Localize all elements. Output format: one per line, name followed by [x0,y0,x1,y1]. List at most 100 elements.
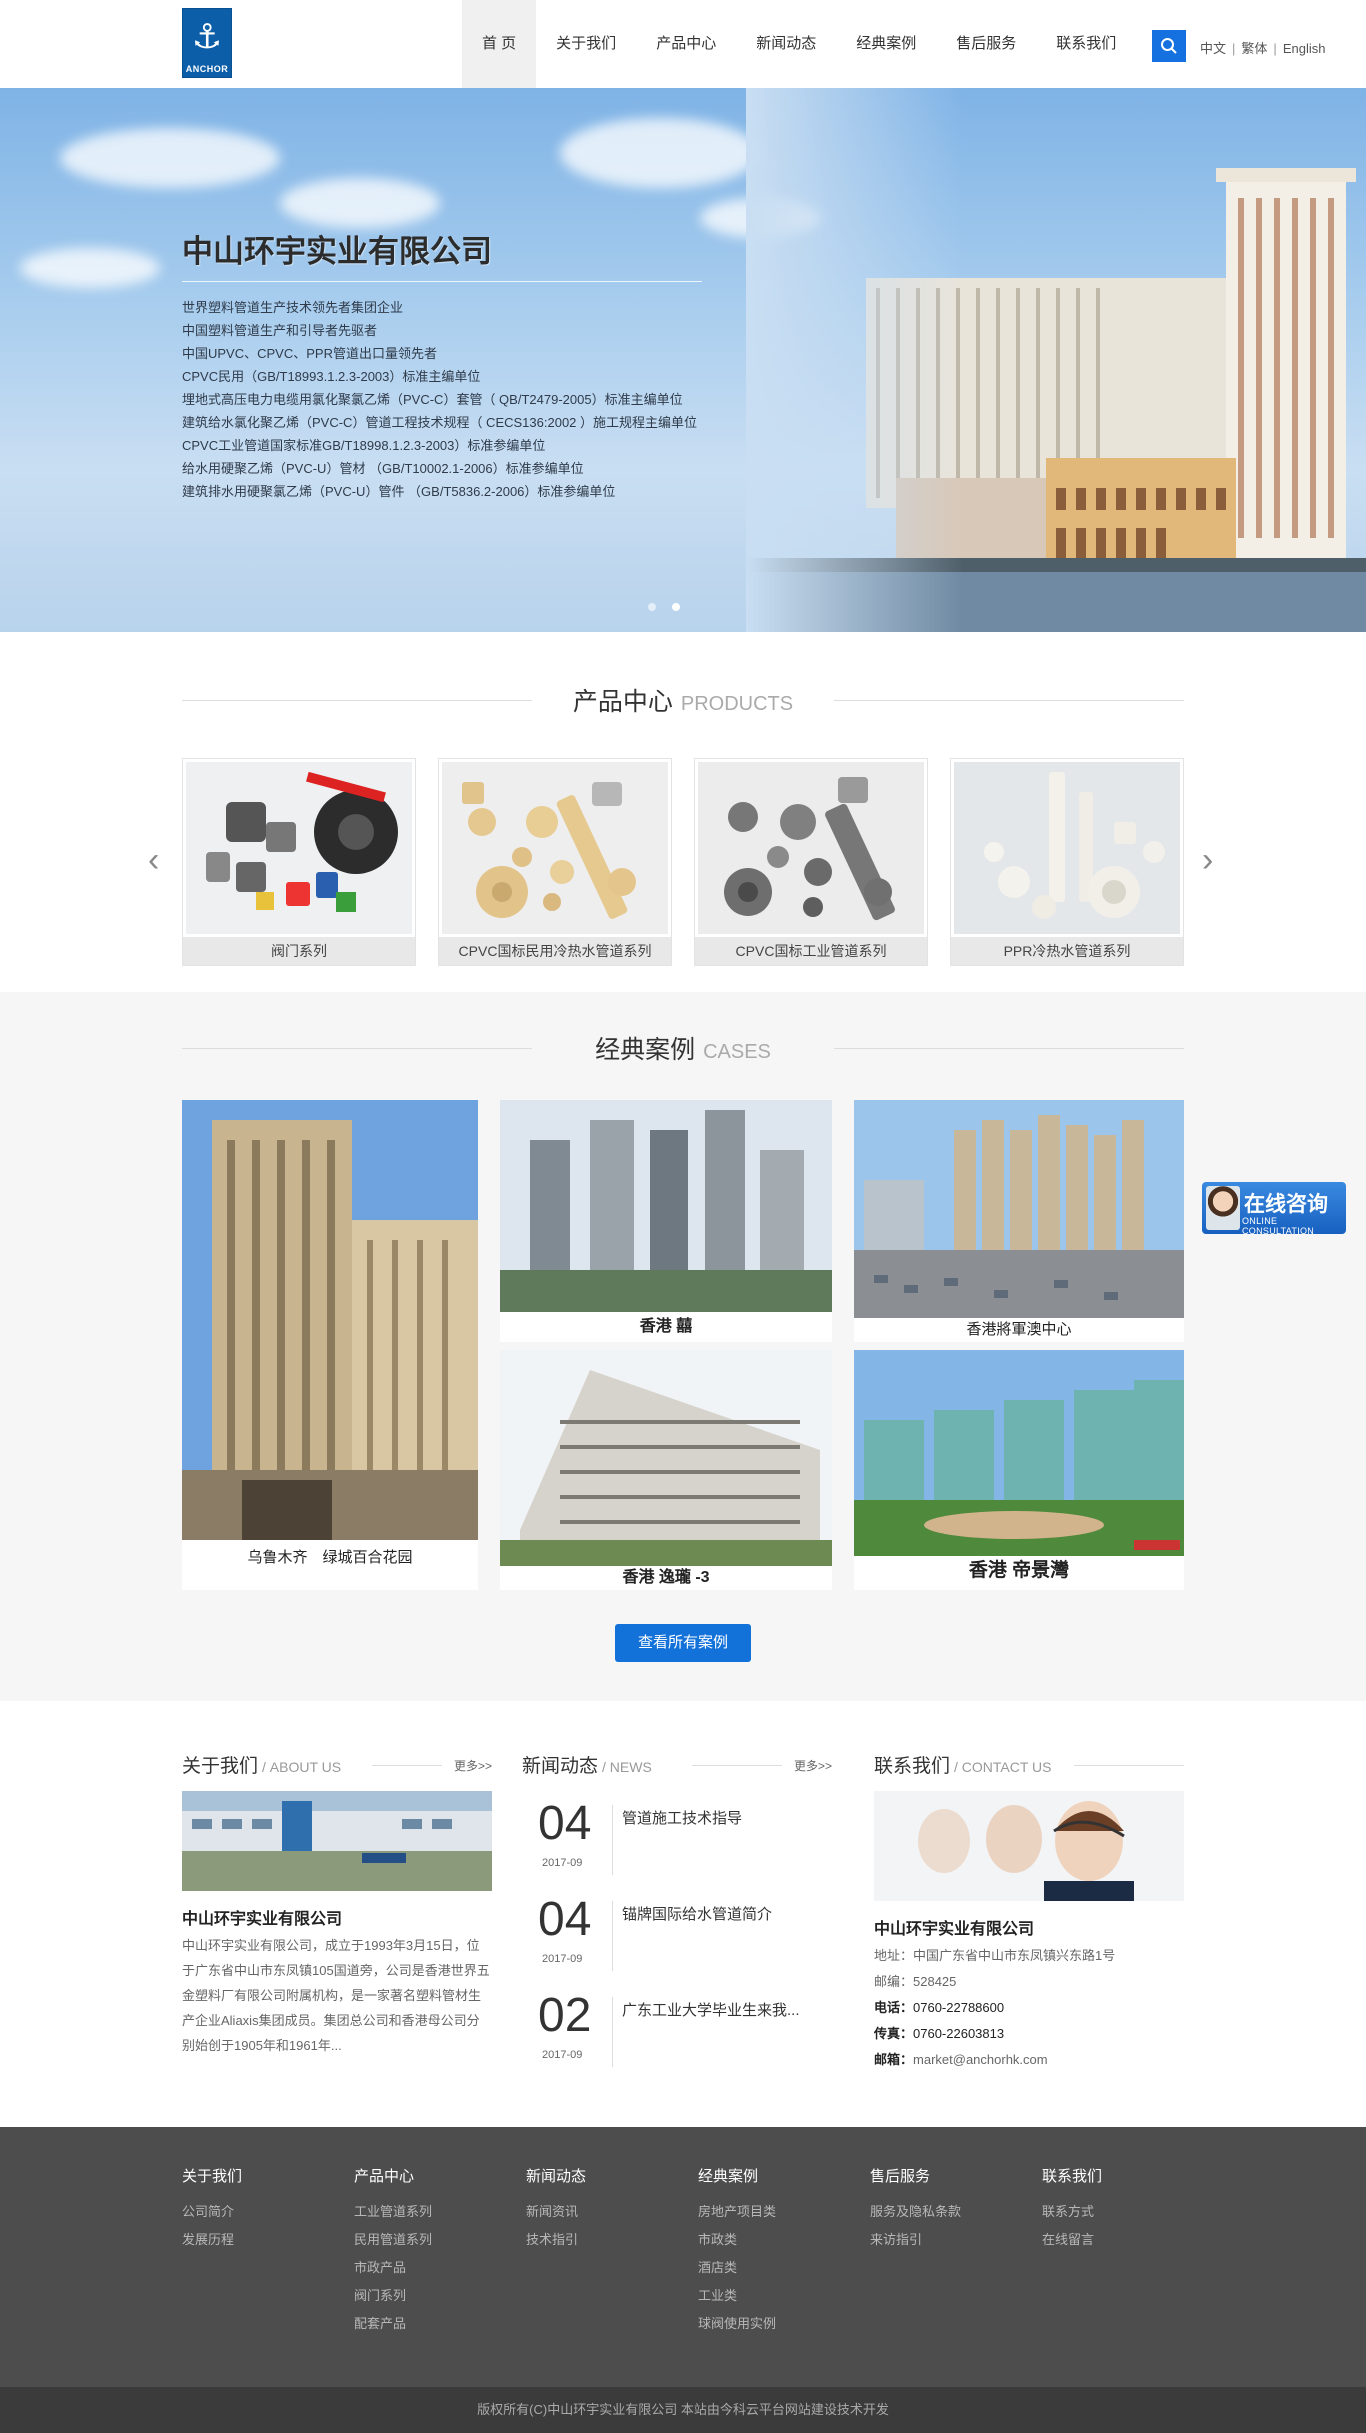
footer-link[interactable]: 市政类 [698,2226,776,2254]
footer-col-service: 售后服务 服务及隐私条款 来访指引 [870,2165,961,2254]
nav-news[interactable]: 新闻动态 [736,0,836,88]
case-image [500,1100,832,1312]
footer-link[interactable]: 公司简介 [182,2198,242,2226]
slider-dot[interactable] [648,603,656,611]
search-icon [1161,38,1177,54]
case-card[interactable]: 香港將軍澳中心 [854,1100,1184,1342]
cases-heading: 经典案例 CASES [182,1030,1184,1066]
hero-banner: 中山环宇实业有限公司 世界塑料管道生产技术领先者集团企业 中国塑料管道生产和引导… [0,88,1366,632]
contact-email[interactable]: 邮箱：market@anchorhk.com [874,2047,1184,2073]
banner-line: 埋地式高压电力电缆用氯化聚氯乙烯（PVC-C）套管（ QB/T2479-2005… [182,392,683,407]
product-card[interactable]: CPVC国标民用冷热水管道系列 [438,758,672,966]
contact-address: 地址：中国广东省中山市东凤镇兴东路1号 [874,1948,1116,1963]
nav-contact[interactable]: 联系我们 [1036,0,1136,88]
footer-link[interactable]: 发展历程 [182,2226,242,2254]
case-card[interactable]: 乌鲁木齐 绿城百合花园 [182,1100,478,1590]
footer-col-heading[interactable]: 联系我们 [1042,2165,1102,2186]
footer-col-heading[interactable]: 产品中心 [354,2165,432,2186]
product-image-cpvc-civil [442,762,668,934]
prev-arrow-icon[interactable]: ‹ [148,843,159,877]
nav-about[interactable]: 关于我们 [536,0,636,88]
news-headline[interactable]: 广东工业大学毕业生来我... [622,1999,800,2020]
slider-dot-active[interactable] [672,603,681,611]
footer-col-about: 关于我们 公司简介 发展历程 [182,2165,242,2254]
products-carousel: ‹ › 阀门系列 CPVC国标民用冷热水管道系列 CPVC国标工业管道系列 PP… [148,758,1213,966]
footer-col-heading[interactable]: 关于我们 [182,2165,242,2186]
cases-grid: 乌鲁木齐 绿城百合花园 香港 囍 香港將軍澳中心 香港 逸瓏 -3 香港 帝景灣 [182,1100,1184,1590]
news-headline[interactable]: 管道施工技术指导 [622,1807,742,1828]
footer-link[interactable]: 服务及隐私条款 [870,2198,961,2226]
banner-content: 中山环宇实业有限公司 世界塑料管道生产技术领先者集团企业 中国塑料管道生产和引导… [182,226,702,503]
lang-en[interactable]: English [1283,41,1326,56]
site-footer: 关于我们 公司简介 发展历程 产品中心 工业管道系列 民用管道系列 市政产品 阀… [0,2127,1366,2387]
footer-link[interactable]: 技术指引 [526,2226,586,2254]
news-headline[interactable]: 锚牌国际给水管道简介 [622,1903,772,1924]
banner-highlights: 世界塑料管道生产技术领先者集团企业 中国塑料管道生产和引导者先驱者 中国UPVC… [182,296,702,503]
footer-col-heading[interactable]: 经典案例 [698,2165,776,2186]
cases-title: 经典案例 [595,1036,696,1064]
footer-col-news: 新闻动态 新闻资讯 技术指引 [526,2165,586,2254]
search-button[interactable] [1152,30,1186,62]
nav-products[interactable]: 产品中心 [636,0,736,88]
news-item[interactable]: 04 2017-09 锚牌国际给水管道简介 [522,1891,832,1987]
footer-link[interactable]: 联系方式 [1042,2198,1102,2226]
consult-label-en: ONLINE CONSULTATION [1242,1216,1315,1236]
product-card[interactable]: PPR冷热水管道系列 [950,758,1184,966]
product-card[interactable]: CPVC国标工业管道系列 [694,758,928,966]
products-heading: 产品中心 PRODUCTS [182,682,1184,718]
news-day: 04 [538,1797,592,1850]
banner-line: 中国UPVC、CPVC、PPR管道出口量领先者 [182,346,437,361]
about-more-link[interactable]: 更多>> [454,1757,492,1774]
footer-link[interactable]: 市政产品 [354,2254,432,2282]
news-column: 新闻动态 / NEWS 更多>> 04 2017-09 管道施工技术指导 04 2… [522,1751,832,2083]
case-card[interactable]: 香港 帝景灣 [854,1350,1184,1590]
nav-service[interactable]: 售后服务 [936,0,1036,88]
cases-title-en: CASES [703,1041,771,1063]
footer-link[interactable]: 来访指引 [870,2226,961,2254]
anchor-logo[interactable]: ⚓ ANCHOR [182,8,232,78]
news-date: 2017-09 [542,1857,583,1869]
footer-link[interactable]: 房地产项目类 [698,2198,776,2226]
nav-home[interactable]: 首 页 [462,0,537,88]
lang-tw[interactable]: 繁体 [1241,41,1267,56]
banner-line: CPVC工业管道国家标准GB/T18998.1.2.3-2003）标准参编单位 [182,438,546,453]
product-caption: CPVC国标民用冷热水管道系列 [439,937,671,965]
nav-cases[interactable]: 经典案例 [836,0,936,88]
footer-link[interactable]: 民用管道系列 [354,2226,432,2254]
news-date: 2017-09 [542,2049,583,2061]
product-caption: CPVC国标工业管道系列 [695,937,927,965]
banner-title: 中山环宇实业有限公司 [182,234,492,269]
footer-link[interactable]: 工业类 [698,2282,776,2310]
lang-cn[interactable]: 中文 [1200,41,1226,56]
anchor-icon: ⚓ [191,17,223,57]
footer-link[interactable]: 工业管道系列 [354,2198,432,2226]
footer-link[interactable]: 新闻资讯 [526,2198,586,2226]
footer-link[interactable]: 阀门系列 [354,2282,432,2310]
case-caption: 香港將軍澳中心 [966,1321,1072,1338]
site-header: ⚓ ANCHOR 首 页 关于我们 产品中心 新闻动态 经典案例 售后服务 联系… [0,0,1366,88]
case-card[interactable]: 香港 囍 [500,1100,832,1342]
banner-line: 给水用硬聚乙烯（PVC-U）管材 （GB/T10002.1-2006）标准参编单… [182,461,584,476]
news-title: 新闻动态 [522,1756,599,1777]
footer-link[interactable]: 球阀使用实例 [698,2310,776,2338]
footer-link[interactable]: 在线留言 [1042,2226,1102,2254]
footer-link[interactable]: 配套产品 [354,2310,432,2338]
product-card[interactable]: 阀门系列 [182,758,416,966]
next-arrow-icon[interactable]: › [1202,843,1213,877]
case-caption: 乌鲁木齐 绿城百合花园 [247,1549,413,1566]
view-all-cases-button[interactable]: 查看所有案例 [615,1624,751,1662]
about-description: 中山环宇实业有限公司，成立于1993年3月15日，位于广东省中山市东凤镇105国… [182,1938,490,2053]
footer-link[interactable]: 酒店类 [698,2254,776,2282]
info-section: 关于我们 / ABOUT US 更多>> 中山环宇实业有限公司 中山环宇实业有限… [0,1701,1366,2127]
contact-company-name: 中山环宇实业有限公司 [874,1921,1035,1938]
news-item[interactable]: 04 2017-09 管道施工技术指导 [522,1795,832,1891]
news-item[interactable]: 02 2017-09 广东工业大学毕业生来我... [522,1987,832,2083]
about-company-name: 中山环宇实业有限公司 [182,1911,343,1928]
case-card[interactable]: 香港 逸瓏 -3 [500,1350,832,1590]
news-day: 04 [538,1893,592,1946]
news-more-link[interactable]: 更多>> [794,1757,832,1774]
product-image-cpvc-industrial [698,762,924,934]
online-consultation-button[interactable]: 在线咨询 ONLINE CONSULTATION [1202,1182,1346,1236]
footer-col-heading[interactable]: 售后服务 [870,2165,961,2186]
footer-col-heading[interactable]: 新闻动态 [526,2165,586,2186]
